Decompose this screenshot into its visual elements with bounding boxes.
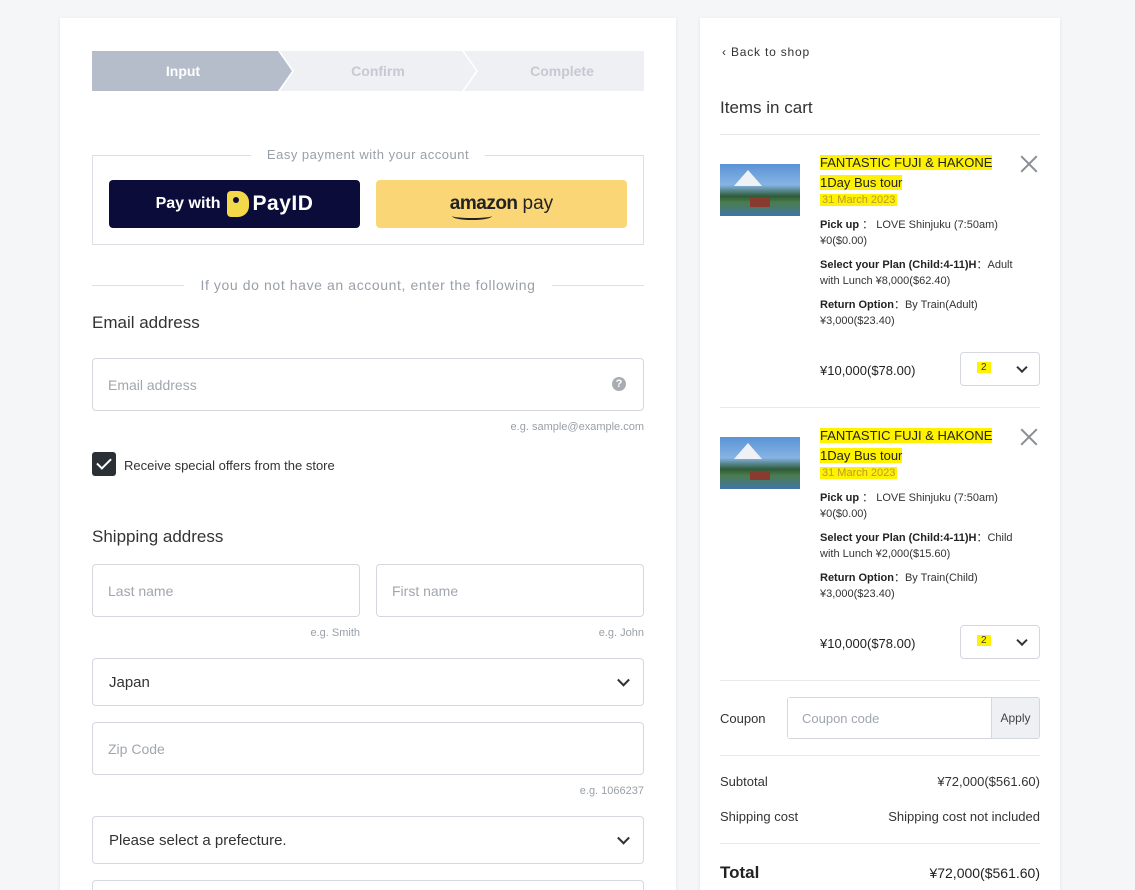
- item-return-option: Return Option：By Train(Child) ¥3,000($23.…: [820, 572, 978, 600]
- item-date: 31 March 2023: [820, 194, 898, 206]
- cart-summary-card: ‹ Back to shop Items in cart FANTASTIC F…: [700, 18, 1060, 890]
- item-date: 31 March 2023: [820, 467, 898, 479]
- quantity-select[interactable]: 2: [960, 625, 1040, 659]
- email-hint: e.g. sample@example.com: [510, 421, 644, 433]
- first-name-field[interactable]: [376, 564, 644, 617]
- subtotal-row: Subtotal ¥72,000($561.60): [720, 774, 1040, 789]
- email-input[interactable]: [93, 359, 643, 410]
- step-input: Input: [92, 51, 292, 91]
- coupon-input[interactable]: [788, 698, 991, 738]
- zip-hint: e.g. 1066237: [579, 785, 644, 797]
- shipping-cost-label: Shipping cost: [720, 809, 799, 824]
- last-name-input[interactable]: [93, 565, 359, 616]
- offers-checkbox[interactable]: [92, 452, 116, 476]
- shipping-cost-value: Shipping cost not included: [888, 809, 1040, 824]
- payid-logo-icon: [226, 191, 249, 217]
- item-price: ¥10,000($78.00): [820, 636, 916, 651]
- first-name-input[interactable]: [377, 565, 643, 616]
- offers-label: Receive special offers from the store: [124, 458, 335, 473]
- divider: [720, 407, 1040, 408]
- total-label: Total: [720, 863, 760, 882]
- easy-payment-legend: Easy payment with your account: [250, 147, 486, 162]
- divider-line: [551, 284, 645, 286]
- item-pickup-option: Pick up ： LOVE Shinjuku (7:50am) ¥0($0.00…: [820, 492, 998, 520]
- quantity-value: 2: [977, 362, 991, 373]
- chevron-down-icon: [1016, 361, 1028, 374]
- shipping-section-title: Shipping address: [92, 527, 224, 546]
- address-field[interactable]: [92, 880, 644, 890]
- cart-title: Items in cart: [720, 98, 813, 117]
- divider: [720, 134, 1040, 135]
- coupon-label: Coupon: [720, 711, 766, 726]
- tour-thumbnail: [720, 437, 800, 489]
- item-plan-option: Select your Plan (Child:4-11)H：Adult with…: [820, 259, 1013, 287]
- cart-item: FANTASTIC FUJI & HAKONE 1Day Bus tour 31 …: [720, 421, 1040, 671]
- payid-brand: PayID: [252, 192, 314, 215]
- checkout-form-card: Input Confirm Complete Easy payment with…: [60, 18, 676, 890]
- total-row: Total ¥72,000($561.60): [720, 863, 1040, 883]
- remove-item-icon[interactable]: [1020, 155, 1038, 173]
- payid-prefix: Pay with: [155, 195, 221, 212]
- checkout-stepper: Input Confirm Complete: [92, 51, 644, 91]
- chevron-down-icon: [617, 831, 630, 845]
- country-value: Japan: [109, 673, 150, 691]
- item-name: FANTASTIC FUJI & HAKONE 1Day Bus tour: [820, 155, 993, 190]
- no-account-text: If you do not have an account, enter the…: [200, 277, 536, 293]
- easy-payment-box: Easy payment with your account Pay with …: [92, 147, 644, 245]
- last-name-field[interactable]: [92, 564, 360, 617]
- apply-coupon-button[interactable]: Apply: [991, 697, 1040, 739]
- country-select[interactable]: Japan: [92, 658, 644, 706]
- item-price: ¥10,000($78.00): [820, 363, 916, 378]
- item-plan-option: Select your Plan (Child:4-11)H：Child with…: [820, 532, 1013, 560]
- email-field[interactable]: ?: [92, 358, 644, 411]
- chevron-down-icon: [617, 673, 630, 687]
- subtotal-label: Subtotal: [720, 774, 768, 789]
- remove-item-icon[interactable]: [1020, 428, 1038, 446]
- item-pickup-option: Pick up ： LOVE Shinjuku (7:50am) ¥0($0.00…: [820, 219, 998, 247]
- divider: [720, 680, 1040, 681]
- shipping-cost-row: Shipping cost Shipping cost not included: [720, 809, 1040, 824]
- item-return-option: Return Option：By Train(Adult) ¥3,000($23.…: [820, 299, 978, 327]
- step-confirm: Confirm: [280, 51, 476, 91]
- tour-thumbnail: [720, 164, 800, 216]
- coupon-field[interactable]: [787, 697, 991, 739]
- amazon-brand: amazon: [450, 193, 518, 220]
- email-section-title: Email address: [92, 313, 200, 332]
- cart-item: FANTASTIC FUJI & HAKONE 1Day Bus tour 31 …: [720, 148, 1040, 398]
- zip-code-input[interactable]: [93, 723, 643, 774]
- amazon-pay-suffix: pay: [522, 193, 554, 214]
- step-complete: Complete: [464, 51, 644, 91]
- back-to-shop-link[interactable]: ‹ Back to shop: [722, 45, 810, 59]
- pay-with-payid-button[interactable]: Pay with PayID: [109, 180, 360, 228]
- help-icon[interactable]: ?: [612, 377, 626, 391]
- divider: [720, 843, 1040, 844]
- quantity-value: 2: [977, 635, 991, 646]
- first-name-hint: e.g. John: [598, 627, 644, 639]
- prefecture-value: Please select a prefecture.: [109, 831, 287, 849]
- divider-line: [92, 284, 185, 286]
- divider: [720, 755, 1040, 756]
- amazon-smile-icon: [451, 212, 492, 220]
- prefecture-select[interactable]: Please select a prefecture.: [92, 816, 644, 864]
- total-value: ¥72,000($561.60): [929, 865, 1040, 881]
- chevron-down-icon: [1016, 634, 1028, 647]
- zip-code-field[interactable]: [92, 722, 644, 775]
- subtotal-value: ¥72,000($561.60): [937, 774, 1040, 789]
- no-account-divider: If you do not have an account, enter the…: [92, 276, 645, 294]
- amazon-pay-button[interactable]: amazon pay: [376, 180, 627, 228]
- last-name-hint: e.g. Smith: [310, 627, 360, 639]
- item-name: FANTASTIC FUJI & HAKONE 1Day Bus tour: [820, 428, 993, 463]
- quantity-select[interactable]: 2: [960, 352, 1040, 386]
